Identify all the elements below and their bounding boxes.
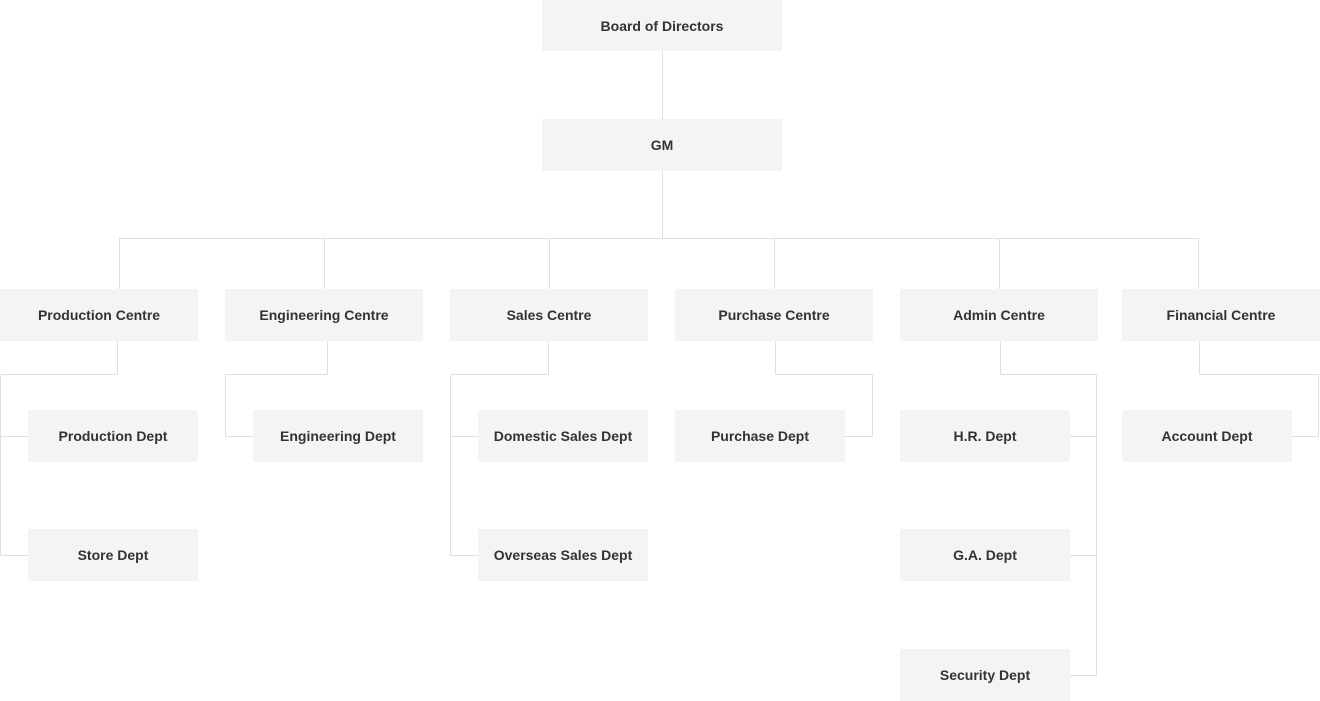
node-sales-centre: Sales Centre — [450, 289, 648, 341]
node-board-of-directors: Board of Directors — [542, 0, 782, 51]
node-financial-centre: Financial Centre — [1122, 289, 1320, 341]
node-engineering-centre: Engineering Centre — [225, 289, 423, 341]
node-gm: GM — [542, 119, 782, 171]
node-security-dept: Security Dept — [900, 649, 1070, 701]
node-domestic-sales-dept: Domestic Sales Dept — [478, 410, 648, 462]
node-engineering-dept: Engineering Dept — [253, 410, 423, 462]
node-account-dept: Account Dept — [1122, 410, 1292, 462]
node-production-centre: Production Centre — [0, 289, 198, 341]
node-purchase-centre: Purchase Centre — [675, 289, 873, 341]
node-store-dept: Store Dept — [28, 529, 198, 581]
node-purchase-dept: Purchase Dept — [675, 410, 845, 462]
connector-lines — [0, 51, 1319, 676]
node-hr-dept: H.R. Dept — [900, 410, 1070, 462]
node-overseas-sales-dept: Overseas Sales Dept — [478, 529, 648, 581]
node-admin-centre: Admin Centre — [900, 289, 1098, 341]
node-ga-dept: G.A. Dept — [900, 529, 1070, 581]
node-production-dept: Production Dept — [28, 410, 198, 462]
